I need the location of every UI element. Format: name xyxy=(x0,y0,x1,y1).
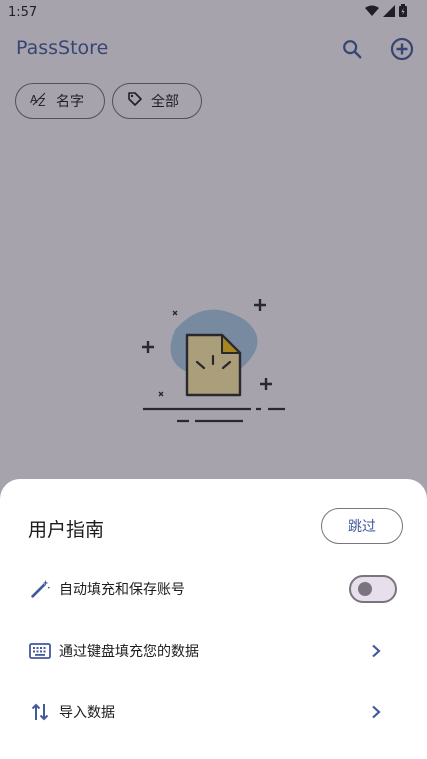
list-item-label: 自动填充和保存账号 xyxy=(59,582,185,598)
list-item-label: 导入数据 xyxy=(59,705,115,721)
import-arrows-icon xyxy=(28,700,52,724)
list-item-import-data[interactable]: 导入数据 xyxy=(0,685,427,739)
skip-button[interactable]: 跳过 xyxy=(321,508,403,544)
sheet-title: 用户指南 xyxy=(28,519,105,541)
list-item-keyboard-fill[interactable]: 通过键盘填充您的数据 xyxy=(0,624,427,678)
user-guide-bottom-sheet: 用户指南 跳过 自动填充和保存账号 通过键盘填充您的数据 导入数据 xyxy=(0,479,427,759)
autofill-toggle[interactable] xyxy=(349,575,397,603)
keyboard-icon xyxy=(28,639,52,663)
toggle-thumb xyxy=(358,582,372,596)
magic-wand-icon xyxy=(28,577,52,601)
chevron-right-icon xyxy=(366,641,386,661)
chevron-right-icon xyxy=(366,702,386,722)
list-item-label: 通过键盘填充您的数据 xyxy=(59,644,199,660)
list-item-autofill[interactable]: 自动填充和保存账号 xyxy=(0,562,427,616)
